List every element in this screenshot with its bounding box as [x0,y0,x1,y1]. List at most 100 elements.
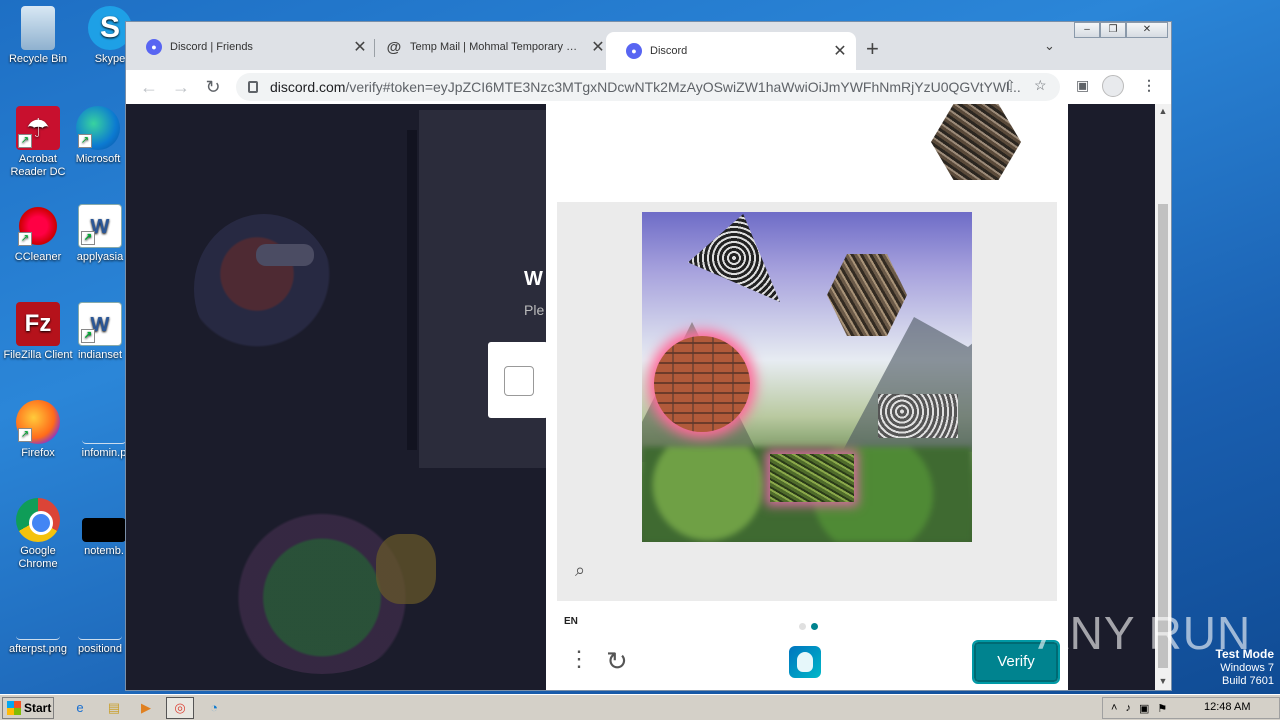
tab-discord-active[interactable]: ● Discord ✕ [606,32,856,70]
test-mode-line: Build 7601 [1222,675,1274,687]
new-tab-icon[interactable]: + [866,36,879,62]
chrome-taskbar-icon[interactable]: ◎ [166,697,194,719]
file-icon [78,618,122,640]
ie-taskbar-icon[interactable]: e [66,698,94,718]
zoom-search-icon[interactable]: ⌕ [575,560,585,581]
shortcut-arrow-icon: ↗ [78,134,92,148]
browser-window: ● Discord | Friends ✕ @ Temp Mail | Mohm… [125,21,1172,691]
volume-icon[interactable]: ♪ [1125,702,1131,714]
test-mode-notice: Test Mode Windows 7 Build 7601 [1216,648,1274,688]
acrobat-icon: ☂ ↗ [16,106,60,150]
tray-expand-icon[interactable]: ˄ [1111,702,1117,714]
profile-avatar-icon[interactable] [1102,75,1124,97]
tab-title: Discord [650,45,688,57]
page-scrollbar[interactable]: ▲ ▼ [1155,104,1171,690]
rectangle-grass-shape[interactable] [770,454,854,502]
captcha-checkbox[interactable] [504,366,534,396]
shortcut-arrow-icon: ↗ [81,329,95,343]
word-doc-icon: W ↗ [78,204,122,248]
minimize-icon[interactable]: – [1074,22,1100,38]
close-tab-icon[interactable]: ✕ [590,37,606,57]
system-tray: ˄ ♪ ▣ ⚑ [1102,697,1280,719]
scroll-thumb[interactable] [1158,204,1168,668]
side-panel-icon[interactable]: ▣ [1076,77,1089,94]
action-center-flag-icon[interactable]: ⚑ [1157,702,1167,715]
page-viewport: W Ple ⌕ EN ⋮ ↻ Verify [126,104,1155,690]
desktop-icon-chrome[interactable]: Google Chrome [0,498,76,571]
card-shadow [407,130,417,450]
forward-arrow-icon[interactable]: → [168,74,194,100]
background-illustration [376,534,436,604]
ccleaner-icon: ↗ [16,204,60,248]
test-mode-line: Test Mode [1215,647,1274,661]
circle-brick-shape[interactable] [654,336,750,432]
shortcut-arrow-icon: ↗ [18,134,32,148]
triangle-texture-shape[interactable] [688,214,780,302]
shortcut-arrow-icon: ↗ [18,232,32,246]
reload-icon[interactable]: ↻ [200,74,226,100]
address-bar[interactable]: discord.com /verify#token=eyJpZCI6MTE3Nz… [236,73,1060,101]
challenge-task-area: ⌕ [557,202,1057,601]
start-button[interactable]: Start [2,697,54,719]
close-window-icon[interactable]: ✕ [1126,22,1168,38]
rectangle-gears-shape[interactable] [878,394,958,438]
clock[interactable]: 12:48 AM [1204,701,1250,713]
shortcut-arrow-icon: ↗ [18,428,32,442]
share-icon[interactable]: ⇧ [1004,77,1016,94]
shortcut-arrow-icon: ↗ [81,231,95,245]
file-icon [82,518,126,542]
tab-search-chevron-icon[interactable]: ⌄ [1044,38,1055,54]
recycle-bin-icon [21,6,55,50]
kebab-menu-icon[interactable]: ⋮ [1142,77,1156,94]
refresh-challenge-icon[interactable]: ↻ [606,646,628,677]
bookmark-star-icon[interactable]: ☆ [1034,77,1047,94]
menu-dots-icon[interactable]: ⋮ [568,648,590,670]
hcaptcha-challenge: ⌕ EN ⋮ ↻ Verify [546,104,1068,690]
network-icon[interactable]: ▣ [1139,702,1149,715]
page-dot-1 [799,623,806,630]
discord-favicon-icon: ● [626,43,642,59]
windows-logo-icon [7,701,21,715]
scroll-up-icon[interactable]: ▲ [1155,106,1171,116]
discord-favicon-icon: ● [146,39,162,55]
browser-toolbar: ← → ↻ discord.com /verify#token=eyJpZCI6… [126,70,1171,104]
edge-taskbar-icon[interactable]: ◔ [200,698,228,718]
media-player-taskbar-icon[interactable]: ▶ [132,698,160,718]
maximize-icon[interactable]: ❐ [1100,22,1126,38]
challenge-canvas[interactable] [642,212,972,542]
desktop-icon-recycle-bin[interactable]: Recycle Bin [0,6,76,66]
word-doc-icon: W ↗ [78,302,122,346]
tab-discord-friends[interactable]: ● Discord | Friends ✕ [126,32,376,62]
taskbar: Start e ▤ ▶ ◎ ◔ ˄ ♪ ▣ ⚑ 12:48 AM [0,694,1280,720]
verify-heading: W [524,268,543,290]
url-path: /verify#token=eyJpZCI6MTE3Nzc3MTgxNDcwNT… [345,79,1021,95]
at-sign-favicon-icon: @ [386,38,402,56]
verify-subtext: Ple [524,302,545,318]
tab-strip: ● Discord | Friends ✕ @ Temp Mail | Mohm… [126,22,1171,70]
test-mode-line: Windows 7 [1220,662,1274,674]
scroll-down-icon[interactable]: ▼ [1155,676,1171,686]
close-tab-icon[interactable]: ✕ [832,41,848,61]
back-arrow-icon[interactable]: ← [136,74,162,100]
explorer-taskbar-icon[interactable]: ▤ [100,698,128,718]
image-file-icon [16,618,60,640]
hcaptcha-checkbox-widget[interactable] [488,342,548,418]
page-dot-2 [811,623,818,630]
tab-temp-mail[interactable]: @ Temp Mail | Mohmal Temporary Dispo ✕ [366,32,614,62]
desktop-icon-label: Google Chrome [18,545,58,570]
hcaptcha-logo-icon [789,646,821,678]
tab-title: Discord | Friends [170,41,253,53]
start-label: Start [24,701,52,715]
language-selector[interactable]: EN [564,616,578,627]
filezilla-icon: Fz [16,302,60,346]
hexagon-texture-shape[interactable] [827,254,907,336]
page-indicator [799,617,823,635]
edge-icon: ↗ [76,106,120,150]
url-host: discord.com [270,79,346,95]
background-illustration [194,214,334,364]
desktop-icon-label: Recycle Bin [8,53,68,65]
tab-title: Temp Mail | Mohmal Temporary Dispo [410,41,584,53]
speech-bubble-illustration [256,244,314,266]
lock-icon [248,81,258,93]
desktop-icon-firefox[interactable]: ↗ Firefox [0,400,76,460]
